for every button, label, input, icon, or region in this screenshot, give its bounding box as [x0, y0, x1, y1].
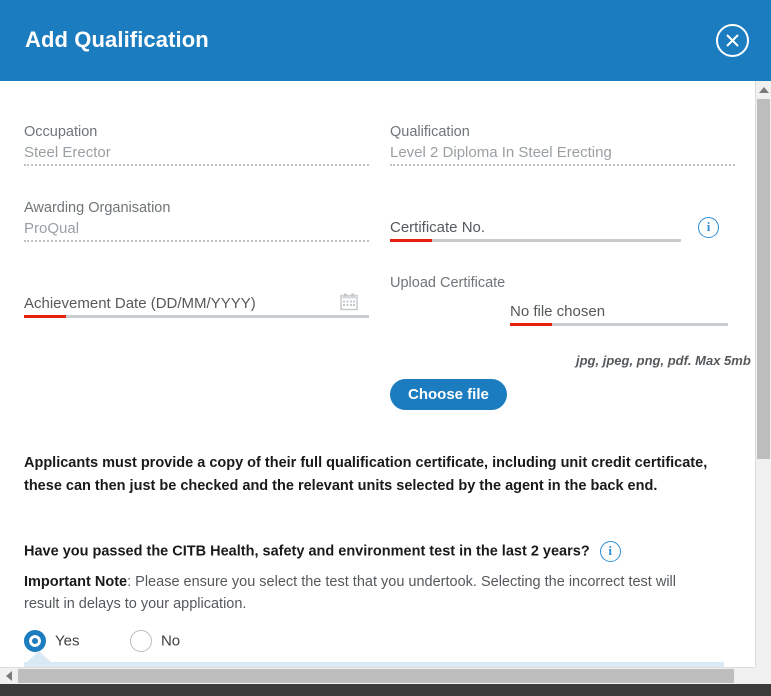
occupation-underline: [24, 164, 369, 166]
horizontal-scrollbar-thumb[interactable]: [18, 669, 734, 683]
calendar-icon[interactable]: [340, 293, 358, 316]
dialog-header: Add Qualification: [0, 0, 771, 81]
bottom-strip: [0, 684, 771, 696]
chevron-left-icon: [6, 671, 12, 681]
achievement-date-field[interactable]: Achievement Date (DD/MM/YYYY): [24, 293, 369, 318]
citb-question-info-icon[interactable]: i: [599, 541, 621, 562]
applicant-notice: Applicants must provide a copy of their …: [24, 452, 730, 498]
radio-no-indicator[interactable]: [129, 630, 152, 652]
file-status-text: No file chosen: [510, 303, 606, 320]
certificate-no-underline: [390, 239, 681, 242]
upload-certificate-label: Upload Certificate: [390, 275, 506, 291]
citb-important-note: Important Note: Please ensure you select…: [24, 571, 714, 615]
close-icon[interactable]: [716, 24, 749, 57]
upload-certificate-hint: jpg, jpeg, png, pdf. Max 5mb: [576, 353, 751, 368]
file-status-field: No file chosen: [510, 301, 728, 326]
citb-radio-group: Yes No: [24, 630, 226, 652]
certificate-no-info-icon[interactable]: i: [698, 217, 719, 238]
file-status-underline: [510, 323, 728, 326]
awarding-organisation-value: ProQual: [24, 220, 80, 237]
certificate-no-field[interactable]: Certificate No.: [390, 217, 681, 242]
applicant-notice-line1: Applicants must provide a copy of their …: [24, 455, 708, 471]
citb-question: Have you passed the CITB Health, safety …: [24, 541, 621, 562]
applicant-notice-line2: these can then just be checked and the r…: [24, 478, 658, 494]
qualification-label: Qualification: [390, 124, 470, 140]
achievement-date-label: Achievement Date (DD/MM/YYYY): [24, 295, 256, 312]
radio-no-label: No: [160, 632, 181, 650]
radio-yes[interactable]: Yes: [24, 630, 79, 652]
occupation-value: Steel Erector: [24, 144, 111, 161]
dialog-body: Occupation Steel Erector Qualification L…: [0, 81, 755, 679]
radio-no[interactable]: No: [129, 630, 181, 652]
vertical-scrollbar[interactable]: [755, 81, 771, 679]
page-title: Add Qualification: [25, 27, 209, 52]
scrollbar-corner: [755, 667, 771, 684]
certificate-no-label: Certificate No.: [390, 219, 486, 236]
occupation-field: Occupation Steel Erector: [24, 122, 369, 166]
horizontal-scrollbar[interactable]: [0, 667, 771, 684]
citb-question-text: Have you passed the CITB Health, safety …: [24, 543, 590, 560]
vertical-scrollbar-thumb[interactable]: [757, 99, 770, 459]
radio-yes-label: Yes: [55, 632, 80, 650]
scroll-up-button[interactable]: [756, 81, 771, 98]
choose-file-button[interactable]: Choose file: [390, 379, 507, 410]
chevron-up-icon: [759, 87, 769, 93]
qualification-field: Qualification Level 2 Diploma In Steel E…: [390, 122, 735, 166]
awarding-organisation-underline: [24, 240, 369, 242]
radio-yes-indicator[interactable]: [24, 630, 46, 652]
awarding-organisation-field: Awarding Organisation ProQual: [24, 198, 369, 242]
occupation-label: Occupation: [24, 124, 98, 140]
awarding-organisation-label: Awarding Organisation: [24, 200, 171, 216]
qualification-value: Level 2 Diploma In Steel Erecting: [390, 144, 612, 161]
qualification-underline: [390, 164, 735, 166]
achievement-date-underline: [24, 315, 369, 318]
add-qualification-dialog: Add Qualification Occupation Steel Erect…: [0, 0, 771, 696]
citb-important-label: Important Note: [24, 574, 128, 590]
scroll-left-button[interactable]: [0, 668, 17, 684]
